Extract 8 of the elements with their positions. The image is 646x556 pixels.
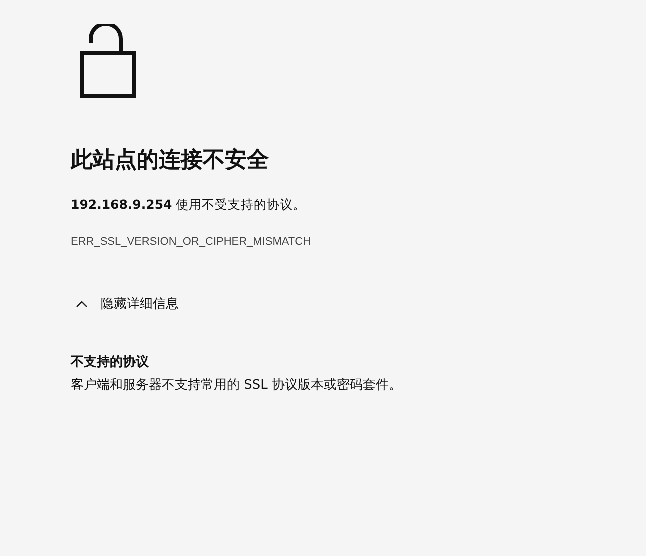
unlocked-padlock-icon (80, 24, 136, 98)
details-text: 客户端和服务器不支持常用的 SSL 协议版本或密码套件。 (71, 377, 404, 395)
caret-icon (76, 300, 88, 308)
details-heading: 不支持的协议 (71, 354, 150, 372)
details-toggle[interactable]: 隐藏详细信息 (71, 295, 179, 313)
page-title: 此站点的连接不安全 (71, 146, 270, 175)
error-message: 192.168.9.254 使用不受支持的协议。 (71, 196, 308, 214)
error-code: ERR_SSL_VERSION_OR_CIPHER_MISMATCH (71, 236, 312, 248)
